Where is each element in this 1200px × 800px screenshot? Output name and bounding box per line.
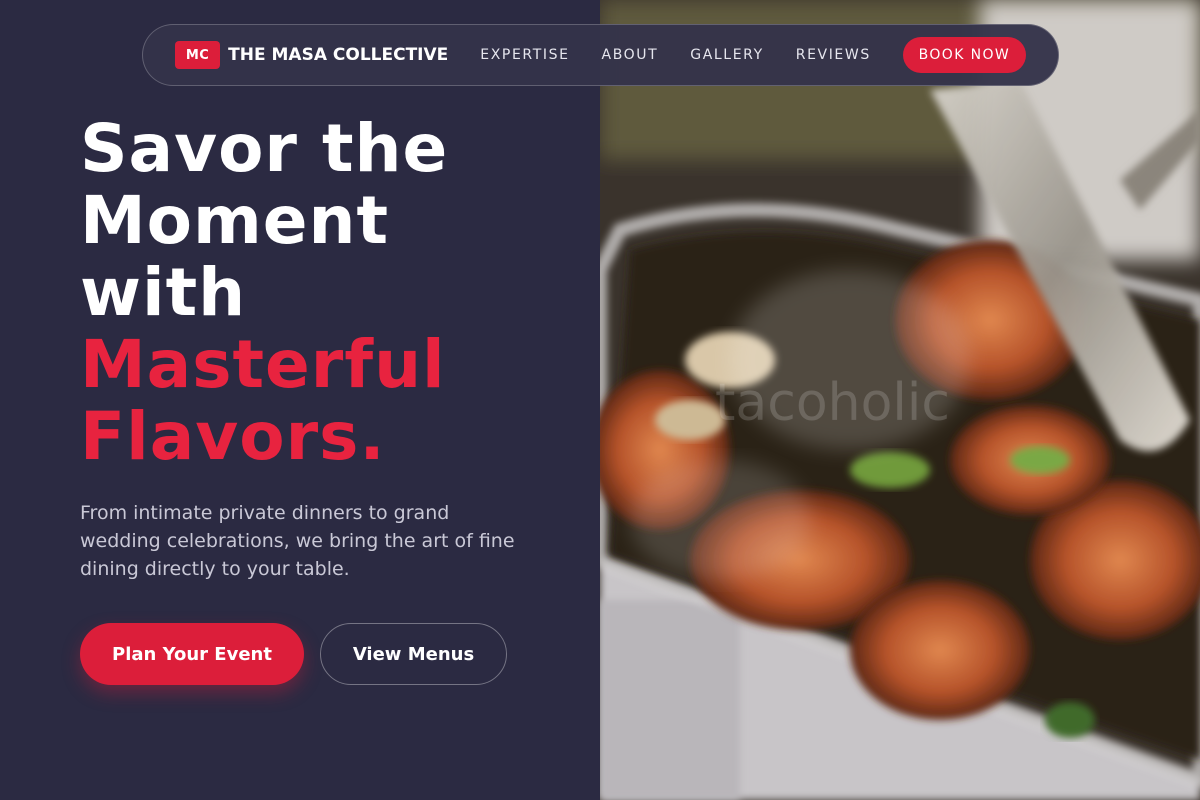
book-now-button[interactable]: BOOK NOW — [902, 37, 1026, 73]
hero-food-photo: tacoholic — [600, 0, 1200, 800]
logo-badge[interactable]: MC — [175, 41, 221, 69]
plan-event-button[interactable]: Plan Your Event — [80, 623, 304, 685]
hero-subtext: From intimate private dinners to grand w… — [80, 502, 515, 580]
brand-name[interactable]: THE MASA COLLECTIVE — [228, 45, 448, 65]
top-navbar: MC THE MASA COLLECTIVE EXPERTISE ABOUT G… — [142, 24, 1059, 86]
nav-link-reviews[interactable]: REVIEWS — [796, 47, 871, 63]
view-menus-button[interactable]: View Menus — [320, 623, 507, 685]
nav-link-about[interactable]: ABOUT — [602, 47, 659, 63]
headline-accent-line: Masterful — [80, 326, 446, 403]
photo-watermark: tacoholic — [715, 373, 950, 433]
headline-accent-line: Flavors. — [80, 398, 386, 475]
nav-link-gallery[interactable]: GALLERY — [690, 47, 763, 63]
headline-line: Moment — [80, 182, 390, 259]
nav-links: EXPERTISE ABOUT GALLERY REVIEWS — [480, 47, 903, 63]
hero-headline: Savor the Moment with Masterful Flavors. — [80, 113, 580, 473]
headline-line: with — [80, 254, 247, 331]
headline-line: Savor the — [80, 110, 449, 187]
nav-link-expertise[interactable]: EXPERTISE — [480, 47, 569, 63]
